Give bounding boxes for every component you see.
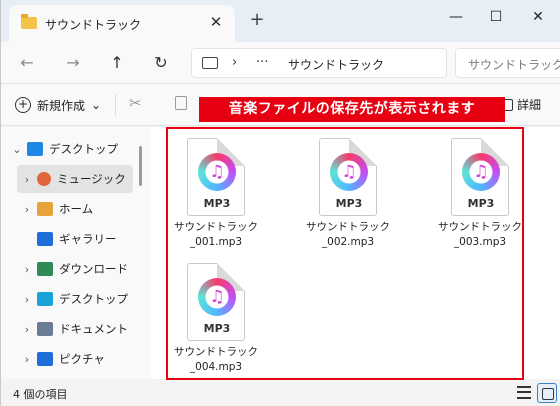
sidebar-item-downloads[interactable]: › ダウンロード bbox=[17, 255, 133, 283]
navigation-bar: ← → ↑ ↻ › ··· サウンドトラック サウンドトラックの検索 bbox=[1, 42, 560, 84]
up-button[interactable]: ↑ bbox=[105, 51, 129, 75]
desktop-icon bbox=[37, 292, 53, 306]
chevron-icon[interactable]: › bbox=[17, 353, 37, 366]
title-bar: サウンドトラック ✕ + — ☐ ✕ bbox=[1, 0, 560, 42]
chevron-icon[interactable]: › bbox=[17, 173, 37, 186]
sidebar-item-desktop-2[interactable]: › デスクトップ bbox=[17, 285, 133, 313]
more-path-button[interactable]: ··· bbox=[256, 55, 268, 70]
sidebar-item-label: ダウンロード bbox=[59, 262, 128, 276]
plus-icon: + bbox=[15, 97, 31, 113]
address-bar[interactable]: › ··· サウンドトラック bbox=[191, 48, 447, 78]
chevron-right-icon[interactable]: › bbox=[232, 55, 237, 70]
new-button-label: 新規作成 bbox=[37, 98, 86, 113]
this-pc-icon[interactable] bbox=[202, 57, 218, 69]
breadcrumb-current[interactable]: サウンドトラック bbox=[288, 56, 384, 73]
sidebar-item-label: デスクトップ bbox=[49, 142, 118, 156]
navigation-pane: ⌄ デスクトップ › ミュージック › ホーム ギャラリー › ダウンロード › bbox=[1, 127, 151, 379]
sidebar-item-label: ドキュメント bbox=[59, 322, 128, 336]
details-label: 詳細 bbox=[517, 98, 542, 112]
back-button[interactable]: ← bbox=[15, 51, 39, 75]
close-window-button[interactable]: ✕ bbox=[523, 6, 553, 28]
document-icon bbox=[37, 322, 53, 336]
new-tab-button[interactable]: + bbox=[247, 10, 267, 30]
sidebar-item-label: デスクトップ bbox=[59, 292, 128, 306]
minimize-button[interactable]: — bbox=[441, 6, 471, 28]
cut-icon[interactable]: ✂ bbox=[129, 94, 142, 112]
tab-soundtrack[interactable]: サウンドトラック ✕ bbox=[9, 5, 235, 42]
tiles-view-icon[interactable] bbox=[537, 383, 557, 403]
chevron-icon[interactable]: › bbox=[17, 323, 37, 336]
file-explorer-window: サウンドトラック ✕ + — ☐ ✕ ← → ↑ ↻ › ··· サウンドトラッ… bbox=[0, 0, 560, 406]
sidebar-item-pictures[interactable]: › ピクチャ bbox=[17, 345, 133, 373]
download-icon bbox=[37, 262, 53, 276]
copy-icon[interactable] bbox=[175, 96, 187, 110]
forward-button[interactable]: → bbox=[61, 51, 85, 75]
refresh-button[interactable]: ↻ bbox=[149, 51, 173, 75]
chevron-icon[interactable]: ⌄ bbox=[7, 143, 27, 156]
home-icon bbox=[37, 202, 53, 216]
music-icon bbox=[37, 172, 51, 186]
tab-close-icon[interactable]: ✕ bbox=[207, 13, 225, 31]
sidebar-item-label: ホーム bbox=[59, 202, 94, 216]
sidebar-item-label: ミュージック bbox=[57, 172, 126, 186]
maximize-button[interactable]: ☐ bbox=[481, 6, 511, 28]
annotation-banner: 音楽ファイルの保存先が表示されます bbox=[199, 97, 505, 122]
sidebar-item-gallery[interactable]: ギャラリー bbox=[17, 225, 133, 253]
search-placeholder: サウンドトラックの検索 bbox=[468, 58, 560, 72]
desktop-icon bbox=[27, 142, 43, 156]
details-view-icon[interactable] bbox=[517, 386, 531, 399]
sidebar-scrollbar[interactable] bbox=[139, 146, 142, 186]
sidebar-item-music[interactable]: › ミュージック bbox=[17, 165, 133, 193]
gallery-icon bbox=[37, 232, 53, 246]
highlight-frame bbox=[166, 127, 524, 380]
details-button[interactable]: 詳細 bbox=[501, 96, 541, 113]
chevron-icon[interactable]: › bbox=[17, 263, 37, 276]
status-bar: 4 個の項目 bbox=[1, 380, 560, 406]
folder-icon bbox=[21, 14, 37, 29]
item-count: 4 個の項目 bbox=[13, 388, 68, 401]
sidebar-item-documents[interactable]: › ドキュメント bbox=[17, 315, 133, 343]
search-input[interactable]: サウンドトラックの検索 bbox=[455, 48, 560, 78]
sidebar-item-desktop[interactable]: ⌄ デスクトップ bbox=[7, 135, 133, 163]
divider bbox=[115, 94, 116, 116]
new-button[interactable]: + 新規作成 ⌄ bbox=[15, 95, 101, 115]
sidebar-item-home[interactable]: › ホーム bbox=[17, 195, 133, 223]
sidebar-item-label: ギャラリー bbox=[59, 232, 117, 246]
tab-title: サウンドトラック bbox=[45, 18, 142, 32]
sidebar-item-label: ピクチャ bbox=[59, 352, 105, 366]
chevron-down-icon: ⌄ bbox=[91, 98, 102, 112]
pictures-icon bbox=[37, 352, 53, 366]
chevron-icon[interactable]: › bbox=[17, 293, 37, 306]
chevron-icon[interactable]: › bbox=[17, 203, 37, 216]
